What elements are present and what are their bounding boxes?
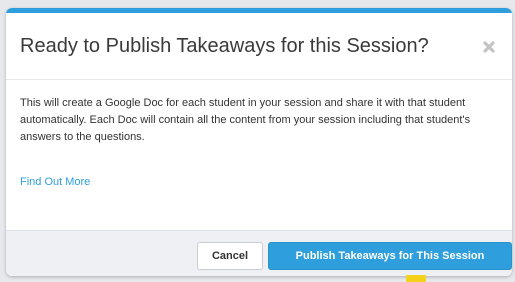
dialog-header: Ready to Publish Takeaways for this Sess…	[6, 13, 512, 80]
publish-takeaways-dialog: Ready to Publish Takeaways for this Sess…	[6, 8, 512, 276]
dialog-title: Ready to Publish Takeaways for this Sess…	[20, 35, 429, 57]
dialog-footer: Cancel Publish Takeaways for This Sessio…	[6, 230, 512, 276]
publish-takeaways-button[interactable]: Publish Takeaways for This Session	[268, 242, 512, 270]
cancel-button[interactable]: Cancel	[197, 242, 263, 270]
close-x-icon	[483, 41, 495, 53]
close-button[interactable]	[480, 38, 498, 56]
cursor-indicator	[406, 275, 426, 282]
find-out-more-link[interactable]: Find Out More	[20, 176, 90, 188]
dialog-body: This will create a Google Doc for each s…	[6, 80, 512, 230]
dialog-description: This will create a Google Doc for each s…	[20, 97, 471, 143]
